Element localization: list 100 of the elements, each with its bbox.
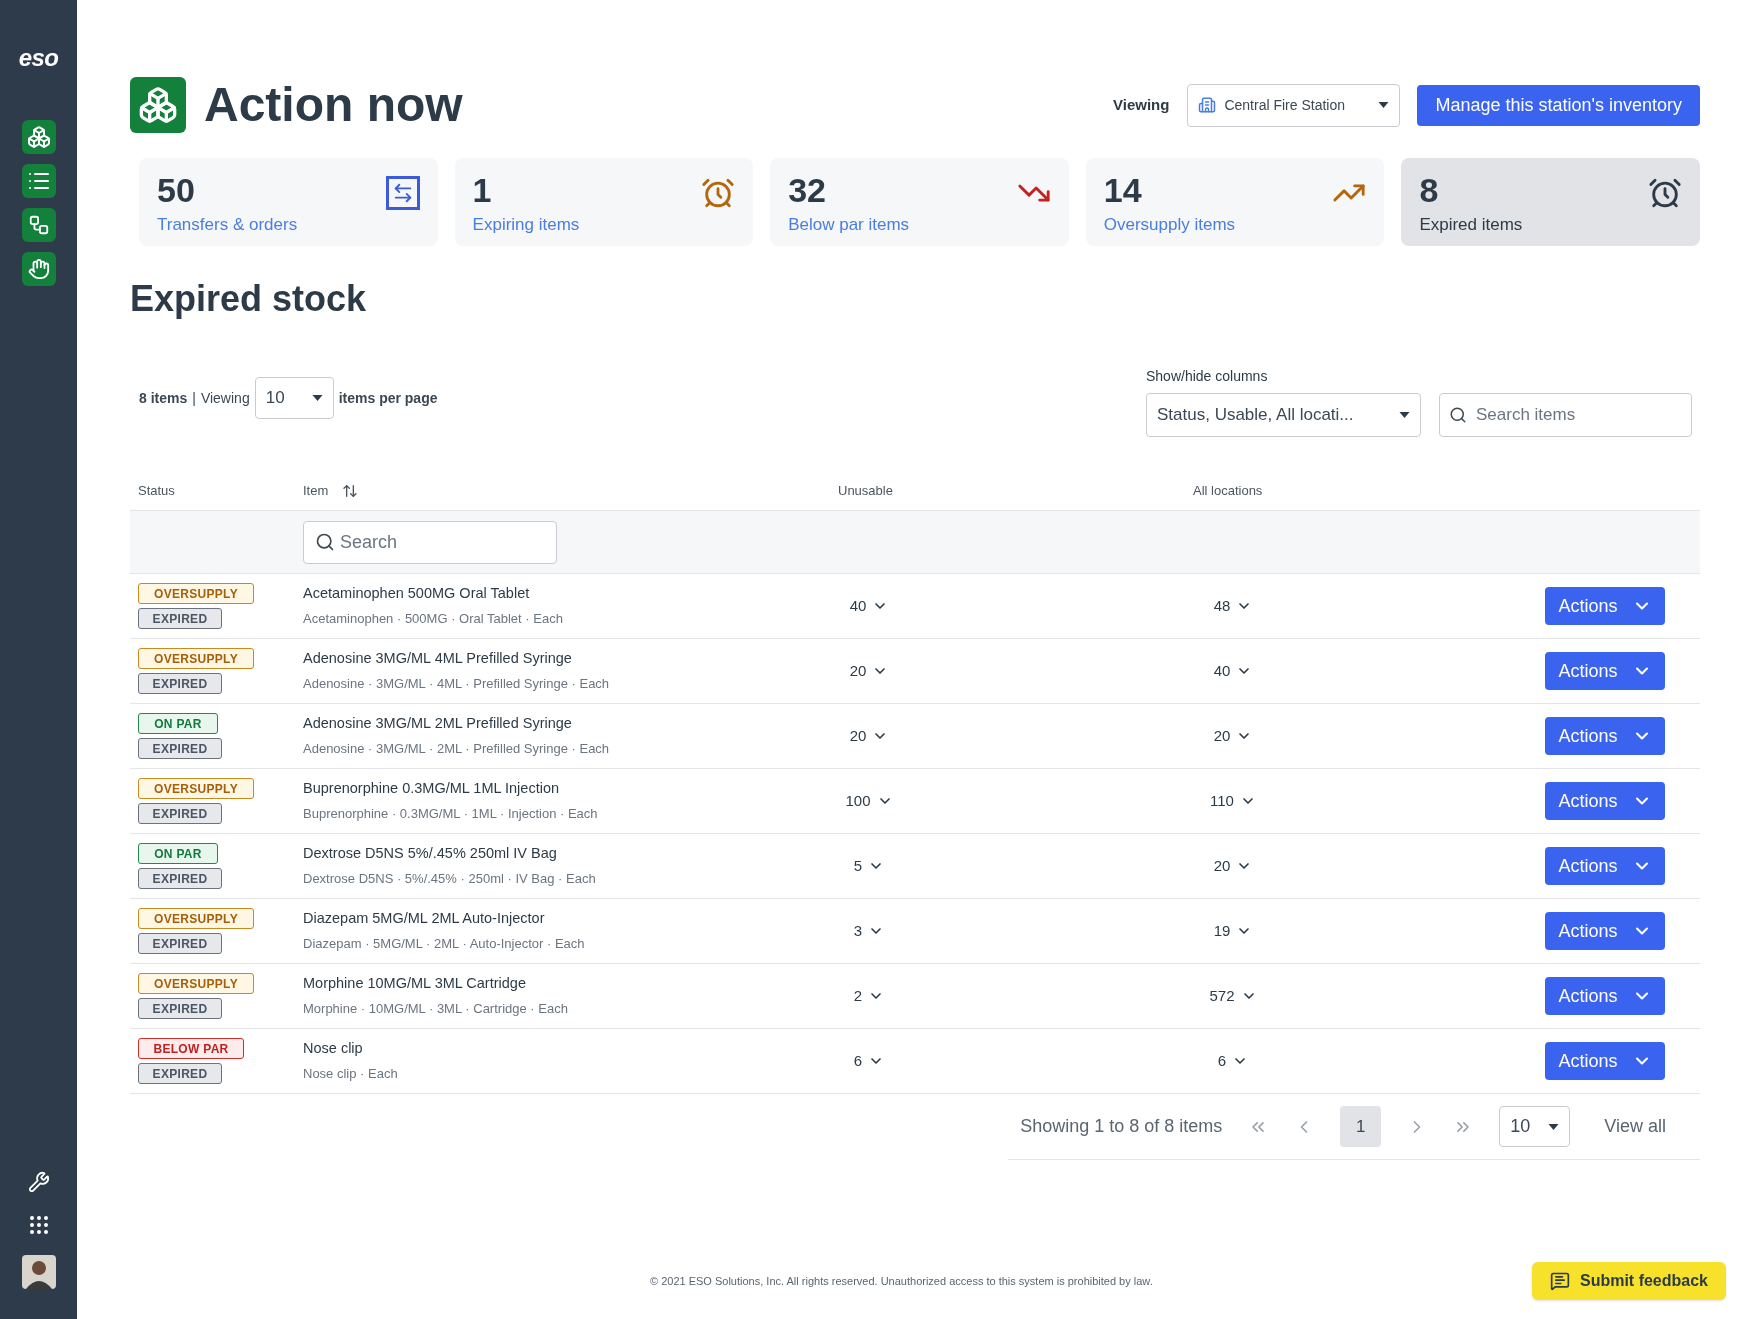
unusable-count[interactable]: 40	[849, 594, 889, 618]
viewing-text: Viewing	[200, 388, 250, 408]
caret-icon	[1378, 102, 1390, 108]
page-title: Action now	[204, 77, 463, 133]
unusable-count[interactable]: 2	[853, 984, 885, 1008]
location-count[interactable]: 48	[1213, 594, 1253, 618]
summary-card[interactable]: 14 Oversupply items	[1085, 158, 1385, 246]
item-details: Nose clip · Each	[303, 1065, 399, 1084]
column-header: All locations	[1193, 481, 1264, 500]
actions-button[interactable]: Actions	[1545, 782, 1665, 820]
actions-button[interactable]: Actions	[1545, 847, 1665, 885]
item-name: Acetaminophen 500MG Oral Tablet	[303, 584, 531, 604]
item-name: Morphine 10MG/ML 3ML Cartridge	[303, 974, 527, 994]
location-count[interactable]: 20	[1213, 724, 1253, 748]
card-label: Expiring items	[472, 214, 580, 236]
summary-card[interactable]: 32 Below par items	[770, 158, 1069, 246]
status-tag: EXPIRED	[138, 803, 222, 824]
status-tag: EXPIRED	[138, 608, 222, 629]
copyright-text: © 2021 ESO Solutions, Inc. All rights reserved. Unauthorized access to this system is prohibited by law.	[650, 1273, 1153, 1289]
location-count[interactable]: 110	[1210, 789, 1256, 813]
actions-button[interactable]: Actions	[1545, 587, 1665, 625]
column-header[interactable]: Item	[303, 480, 329, 501]
card-count: 32	[788, 170, 827, 211]
unusable-count[interactable]: 100	[845, 789, 893, 813]
caret-icon	[311, 395, 323, 401]
card-label: Oversupply items	[1103, 214, 1236, 236]
item-name: Dextrose D5NS 5%/.45% 250ml IV Bag	[303, 844, 558, 864]
arrows-icon	[385, 176, 420, 210]
summary-card[interactable]: 1 Expiring items	[454, 158, 754, 246]
location-count[interactable]: 6	[1217, 1049, 1249, 1073]
summary-card[interactable]: 50 Transfers & orders	[139, 158, 438, 246]
actions-button[interactable]: Actions	[1545, 1042, 1665, 1080]
separator: |	[192, 388, 196, 408]
item-details: Morphine · 10MG/ML · 3ML · Cartridge · Each	[303, 1000, 569, 1019]
feedback-icon	[1549, 1271, 1570, 1291]
status-tag: EXPIRED	[138, 1063, 222, 1084]
item-name: Diazepam 5MG/ML 2ML Auto-Injector	[303, 909, 546, 929]
actions-button[interactable]: Actions	[1545, 652, 1665, 690]
sort-icon[interactable]	[342, 482, 359, 499]
status-tag: ON PAR	[138, 843, 218, 864]
feedback-button[interactable]: Submit feedback	[1531, 1262, 1726, 1300]
unusable-count[interactable]: 20	[849, 724, 889, 748]
unusable-count[interactable]: 3	[853, 919, 885, 943]
column-header: Unusable	[838, 481, 894, 500]
unusable-count[interactable]: 20	[849, 659, 889, 683]
item-details: Acetaminophen · 500MG · Oral Tablet · Each	[303, 610, 564, 629]
item-name: Nose clip	[303, 1039, 364, 1059]
column-header: Status	[138, 481, 176, 500]
status-tag: EXPIRED	[138, 868, 222, 889]
item-details: Adenosine · 3MG/ML · 4ML · Prefilled Syringe · Each	[303, 675, 611, 694]
card-count: 1	[472, 170, 493, 211]
alarm-clock-icon	[701, 176, 736, 210]
location-count[interactable]: 20	[1213, 854, 1253, 878]
card-label: Expired items	[1419, 214, 1523, 236]
card-count: 8	[1419, 170, 1440, 211]
wrench-icon[interactable]	[27, 1171, 50, 1193]
location-count[interactable]: 19	[1213, 919, 1253, 943]
per-page-select[interactable]: 10	[1499, 1106, 1571, 1147]
page-button[interactable]: 1	[1340, 1106, 1382, 1147]
columns-label: Show/hide columns	[1146, 367, 1269, 386]
status-tag: OVERSUPPLY	[138, 908, 254, 929]
status-tag: BELOW PAR	[138, 1038, 244, 1059]
manage-inventory-button[interactable]: Manage this station's inventory	[1417, 84, 1700, 126]
location-count[interactable]: 40	[1213, 659, 1253, 683]
card-count: 50	[157, 170, 196, 211]
status-tag: EXPIRED	[138, 998, 222, 1019]
per-page-label: items per page	[338, 388, 438, 408]
per-page-select[interactable]: 10	[254, 377, 334, 419]
actions-button[interactable]: Actions	[1545, 977, 1665, 1015]
status-tag: OVERSUPPLY	[138, 973, 254, 994]
location-count[interactable]: 572	[1209, 984, 1257, 1008]
search-icon	[315, 531, 335, 552]
view-all-link[interactable]: View all	[1604, 1113, 1666, 1140]
columns-select[interactable]: Status, Usable, All locati...	[1146, 393, 1421, 437]
status-tag: OVERSUPPLY	[138, 778, 254, 799]
item-details: Buprenorphine · 0.3MG/ML · 1ML · Injection · Each	[303, 805, 599, 824]
building-icon	[1198, 96, 1217, 114]
status-tag: EXPIRED	[138, 673, 222, 694]
item-name: Adenosine 3MG/ML 4ML Prefilled Syringe	[303, 649, 573, 669]
item-filter-field[interactable]: Search	[303, 520, 557, 564]
item-name: Buprenorphine 0.3MG/ML 1ML Injection	[303, 779, 561, 799]
boxes-nav-icon[interactable]	[21, 120, 56, 154]
station-select[interactable]: Central Fire Station	[1187, 83, 1401, 127]
item-details: Adenosine · 3MG/ML · 2ML · Prefilled Syringe · Each	[303, 740, 611, 759]
card-label: Transfers & orders	[157, 214, 298, 236]
card-count: 14	[1103, 170, 1143, 211]
item-count: 8 items	[139, 388, 188, 408]
workflow-nav-icon[interactable]	[21, 208, 56, 242]
unusable-count[interactable]: 6	[853, 1049, 885, 1073]
list-nav-icon[interactable]	[21, 164, 56, 198]
actions-button[interactable]: Actions	[1545, 717, 1665, 755]
summary-card[interactable]: 8 Expired items	[1401, 158, 1700, 246]
status-tag: EXPIRED	[138, 738, 222, 759]
avatar[interactable]	[21, 1255, 56, 1289]
search-field[interactable]: Search items	[1439, 393, 1692, 437]
status-tag: OVERSUPPLY	[138, 648, 254, 669]
status-tag: EXPIRED	[138, 933, 222, 954]
pagination-summary: Showing 1 to 8 of 8 items	[1020, 1115, 1223, 1138]
actions-button[interactable]: Actions	[1545, 912, 1665, 950]
unusable-count[interactable]: 5	[853, 854, 885, 878]
